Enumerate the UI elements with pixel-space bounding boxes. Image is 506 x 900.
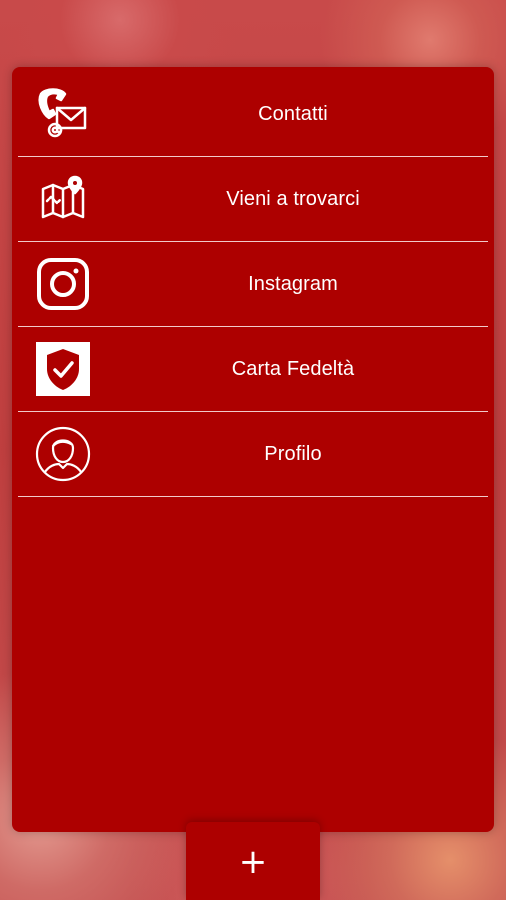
menu-item-label: Carta Fedeltà	[231, 357, 355, 380]
menu-item-instagram[interactable]: Instagram	[18, 242, 488, 327]
plus-icon: +	[238, 842, 268, 882]
profile-icon	[35, 426, 91, 482]
instagram-icon	[35, 256, 91, 312]
menu-item-label: Instagram	[248, 272, 338, 295]
menu-item-contatti[interactable]: Contatti	[18, 72, 488, 157]
menu-item-label: Vieni a trovarci	[226, 187, 360, 210]
menu-item-carta-fedelta[interactable]: Carta Fedeltà	[18, 327, 488, 412]
menu-item-profilo[interactable]: Profilo	[18, 412, 488, 497]
menu-item-label: Profilo	[264, 442, 322, 465]
menu-list: Contatti Vieni a trovarci Instagram Cart…	[18, 72, 488, 497]
map-icon	[35, 171, 91, 227]
menu-item-label: Contatti	[258, 102, 328, 125]
menu-panel: Contatti Vieni a trovarci Instagram Cart…	[12, 67, 494, 832]
add-button[interactable]: +	[186, 822, 320, 900]
phone-mail-icon	[35, 86, 91, 142]
menu-item-vieni-a-trovarci[interactable]: Vieni a trovarci	[18, 157, 488, 242]
shield-check-icon	[35, 341, 91, 397]
